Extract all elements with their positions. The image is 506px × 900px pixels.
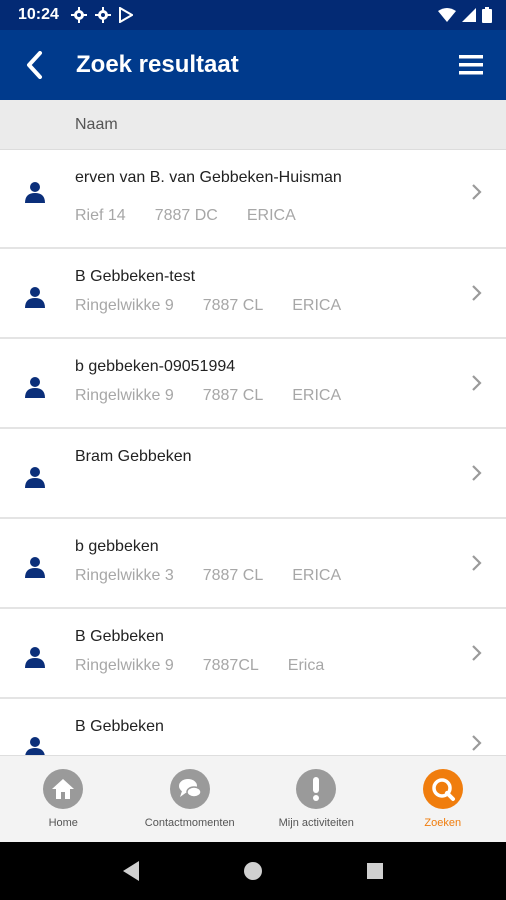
search-icon [422, 769, 463, 809]
status-bar: 10:24 [0, 0, 506, 30]
result-postcode: 7887 DC [154, 207, 218, 224]
status-time: 10:24 [18, 6, 59, 23]
result-name: erven van B. van Gebbeken-Huisman [75, 169, 342, 186]
system-nav-bar [0, 842, 506, 900]
result-city: Erica [287, 657, 325, 674]
results-list: erven van B. van Gebbeken-Huisman Rief 1… [0, 150, 506, 755]
result-postcode: 7887 CL [202, 567, 264, 584]
person-icon [25, 647, 45, 668]
result-street: Ringelwikke 9 [75, 387, 174, 404]
result-name: b gebbeken [75, 538, 159, 555]
nav-mijn-activiteiten[interactable]: Mijn activiteiten [253, 756, 380, 842]
nav-zoeken[interactable]: Zoeken [380, 756, 506, 842]
chevron-right-icon [472, 285, 482, 301]
system-home-button[interactable] [238, 856, 268, 886]
menu-button[interactable] [436, 30, 506, 100]
play-store-icon [118, 7, 133, 23]
result-row[interactable]: Bram Gebbeken [0, 429, 506, 519]
chevron-right-icon [472, 375, 482, 391]
result-row[interactable]: B Gebbeken [0, 699, 506, 755]
result-street: Ringelwikke 3 [75, 567, 174, 584]
result-city: ERICA [292, 297, 342, 314]
result-address: Ringelwikke 9 7887 CL ERICA [75, 387, 370, 405]
result-address: Ringelwikke 9 7887CL Erica [75, 657, 353, 675]
wifi-icon [438, 8, 456, 22]
hamburger-menu-icon [459, 55, 483, 75]
column-header: Naam [0, 100, 506, 150]
result-name: B Gebbeken-test [75, 268, 196, 285]
page-title: Zoek resultaat [76, 51, 239, 78]
status-icons-right [438, 7, 492, 23]
chevron-right-icon [472, 735, 482, 751]
result-row[interactable]: B Gebbeken Ringelwikke 9 7887CL Erica [0, 609, 506, 699]
result-address: Rief 14 7887 DC ERICA [75, 207, 325, 225]
result-name: B Gebbeken [75, 628, 164, 645]
chevron-right-icon [472, 645, 482, 661]
nav-label: Zoeken [424, 817, 462, 829]
result-city: ERICA [292, 387, 342, 404]
chevron-right-icon [472, 184, 482, 200]
column-header-label: Naam [75, 115, 118, 133]
gear-icon [70, 7, 87, 23]
result-postcode: 7887CL [202, 657, 259, 674]
result-street: Rief 14 [75, 207, 126, 224]
exclamation-icon [296, 769, 337, 809]
result-city: ERICA [292, 567, 342, 584]
person-icon [25, 182, 45, 203]
app-bar: Zoek resultaat [0, 30, 506, 100]
chevron-right-icon [472, 465, 482, 481]
chevron-left-icon [27, 51, 42, 79]
nav-label: Home [48, 817, 78, 829]
result-postcode: 7887 CL [202, 297, 264, 314]
nav-label: Mijn activiteiten [278, 817, 354, 829]
battery-icon [482, 7, 492, 23]
result-row[interactable]: B Gebbeken-test Ringelwikke 9 7887 CL ER… [0, 249, 506, 339]
result-street: Ringelwikke 9 [75, 297, 174, 314]
person-icon [25, 557, 45, 578]
system-recents-button[interactable] [360, 856, 390, 886]
result-row[interactable]: b gebbeken-09051994 Ringelwikke 9 7887 C… [0, 339, 506, 429]
system-back-button[interactable] [116, 856, 146, 886]
signal-icon [462, 8, 476, 22]
person-icon [25, 287, 45, 308]
chat-bubbles-icon [169, 769, 210, 809]
result-name: b gebbeken-09051994 [75, 358, 236, 375]
status-icons-left [70, 7, 133, 23]
back-triangle-icon [123, 861, 139, 881]
person-icon [25, 737, 45, 755]
chevron-right-icon [472, 555, 482, 571]
home-circle-icon [244, 862, 262, 880]
bottom-nav: Home Contactmomenten Mijn activiteiten Z… [0, 755, 506, 842]
home-icon [43, 769, 84, 809]
result-row[interactable]: b gebbeken Ringelwikke 3 7887 CL ERICA [0, 519, 506, 609]
back-button[interactable] [0, 30, 68, 100]
result-city: ERICA [246, 207, 296, 224]
result-name: Bram Gebbeken [75, 448, 192, 465]
nav-label: Contactmomenten [144, 817, 235, 829]
nav-contactmomenten[interactable]: Contactmomenten [127, 756, 254, 842]
recents-square-icon [367, 863, 383, 879]
result-address: Ringelwikke 3 7887 CL ERICA [75, 567, 370, 585]
result-postcode: 7887 CL [202, 387, 264, 404]
result-address: Ringelwikke 9 7887 CL ERICA [75, 297, 370, 315]
result-street: Ringelwikke 9 [75, 657, 174, 674]
person-icon [25, 467, 45, 488]
person-icon [25, 377, 45, 398]
result-row[interactable]: erven van B. van Gebbeken-Huisman Rief 1… [0, 150, 506, 249]
gear-icon [94, 7, 111, 23]
result-name: B Gebbeken [75, 718, 164, 735]
nav-home[interactable]: Home [0, 756, 127, 842]
